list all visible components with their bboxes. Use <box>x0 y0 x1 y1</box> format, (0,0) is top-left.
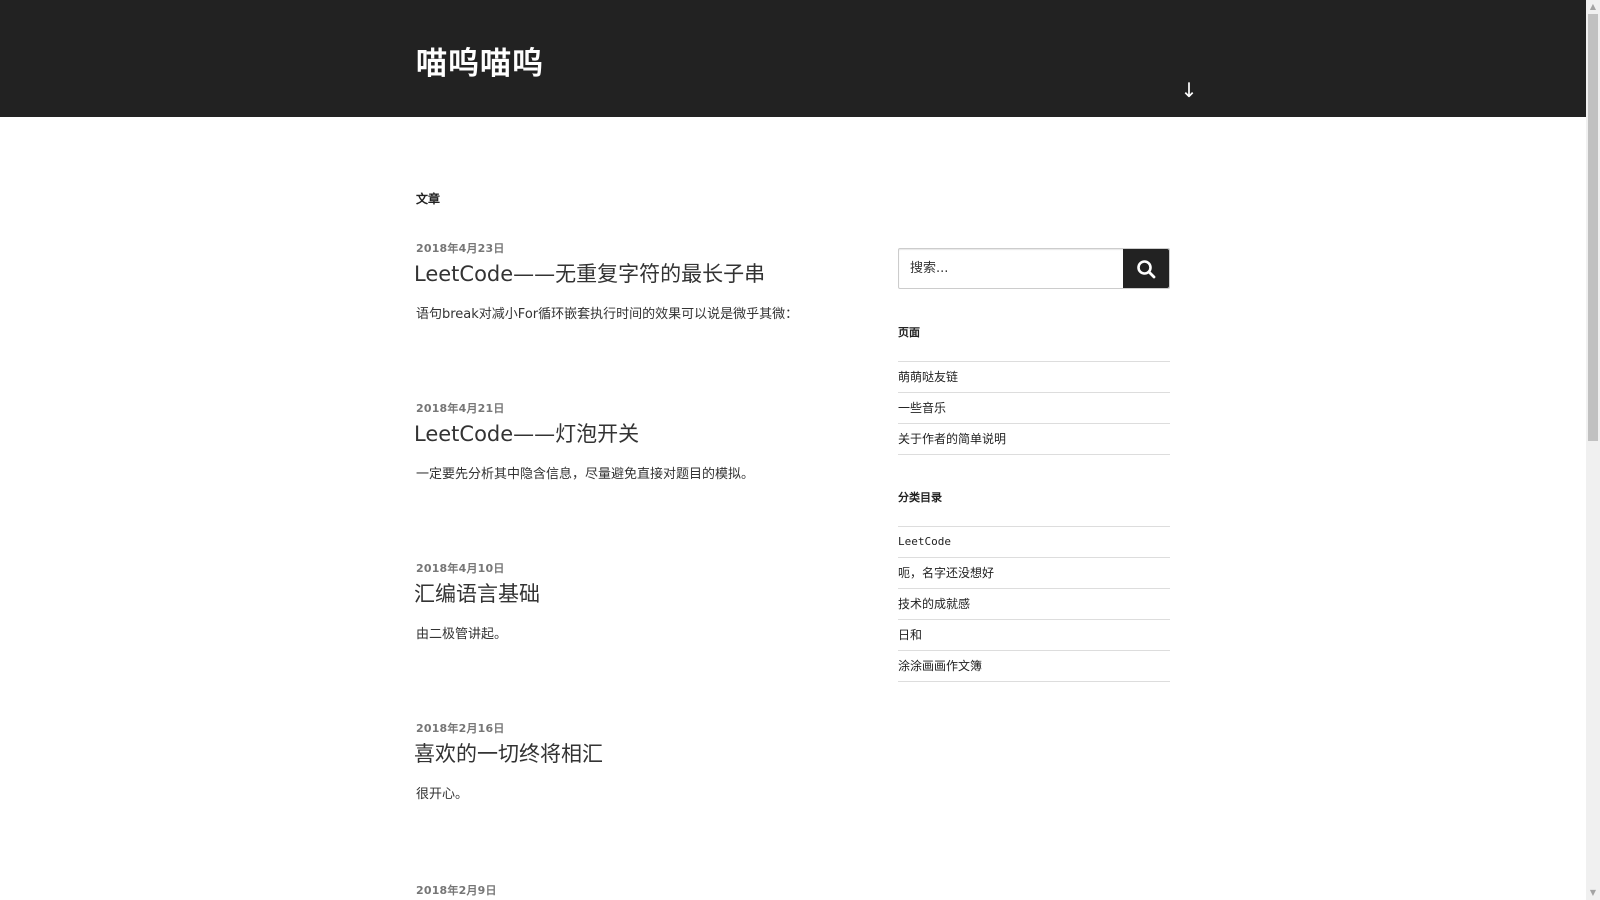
post-item: 2018年2月16日 喜欢的一切终将相汇 很开心。 <box>414 720 836 802</box>
categories-list: LeetCode 呃，名字还没想好 技术的成就感 日和 涂涂画画作文簿 <box>898 526 1170 682</box>
category-link[interactable]: 涂涂画画作文簿 <box>898 651 1170 682</box>
search-button[interactable] <box>1123 249 1169 288</box>
post-item: 2018年4月21日 LeetCode——灯泡开关 一定要先分析其中隐含信息，尽… <box>414 400 836 482</box>
arrow-down-icon[interactable]: ↓ <box>1178 78 1200 102</box>
category-link[interactable]: 技术的成就感 <box>898 589 1170 620</box>
page-title: 文章 <box>416 192 441 206</box>
scrollbar-thumb[interactable] <box>1588 14 1598 441</box>
post-item: 2018年4月23日 LeetCode——无重复字符的最长子串 语句break对… <box>414 240 836 322</box>
post-excerpt: 很开心。 <box>416 787 469 802</box>
post-excerpt: 语句break对减小For循环嵌套执行时间的效果可以说是微乎其微： <box>416 307 799 322</box>
post-title-link[interactable]: 汇编语言基础 <box>414 580 836 608</box>
post-date[interactable]: 2018年4月10日 <box>416 560 836 576</box>
page-link[interactable]: 一些音乐 <box>898 393 1170 424</box>
post-title-link[interactable]: 喜欢的一切终将相汇 <box>414 740 836 768</box>
scroll-down-icon[interactable]: ▼ <box>1586 886 1600 900</box>
post-date[interactable]: 2018年4月23日 <box>416 240 836 256</box>
search-icon <box>1137 259 1156 278</box>
post-excerpt: 一定要先分析其中隐含信息，尽量避免直接对题目的模拟。 <box>416 467 755 482</box>
category-link[interactable]: 日和 <box>898 620 1170 651</box>
post-date[interactable]: 2018年2月9日 <box>416 882 836 898</box>
widget-title-categories: 分类目录 <box>898 491 942 504</box>
post-title-link[interactable]: LeetCode——灯泡开关 <box>414 420 836 448</box>
widget-title-pages: 页面 <box>898 326 920 339</box>
page-link[interactable]: 萌萌哒友链 <box>898 362 1170 393</box>
post-date[interactable]: 2018年4月21日 <box>416 400 836 416</box>
pages-widget: 页面 萌萌哒友链 一些音乐 关于作者的简单说明 <box>898 324 1170 455</box>
post-excerpt: 由二极管讲起。 <box>416 627 508 642</box>
post-date[interactable]: 2018年2月16日 <box>416 720 836 736</box>
pages-list: 萌萌哒友链 一些音乐 关于作者的简单说明 <box>898 361 1170 455</box>
page-link[interactable]: 关于作者的简单说明 <box>898 424 1170 455</box>
site-title[interactable]: 喵呜喵呜 <box>416 38 544 83</box>
scroll-up-icon[interactable]: ▲ <box>1586 0 1600 14</box>
search-form <box>898 248 1170 289</box>
site-header: 喵呜喵呜 ↓ <box>0 0 1586 117</box>
category-link[interactable]: 呃，名字还没想好 <box>898 558 1170 589</box>
post-title-link[interactable]: LeetCode——无重复字符的最长子串 <box>414 260 836 288</box>
categories-widget: 分类目录 LeetCode 呃，名字还没想好 技术的成就感 日和 涂涂画画作文簿 <box>898 489 1170 682</box>
sidebar: 页面 萌萌哒友链 一些音乐 关于作者的简单说明 分类目录 LeetCode 呃，… <box>898 248 1170 682</box>
post-item: 2018年2月9日 <box>416 882 836 898</box>
category-link[interactable]: LeetCode <box>898 527 1170 558</box>
post-item: 2018年4月10日 汇编语言基础 由二极管讲起。 <box>414 560 836 642</box>
